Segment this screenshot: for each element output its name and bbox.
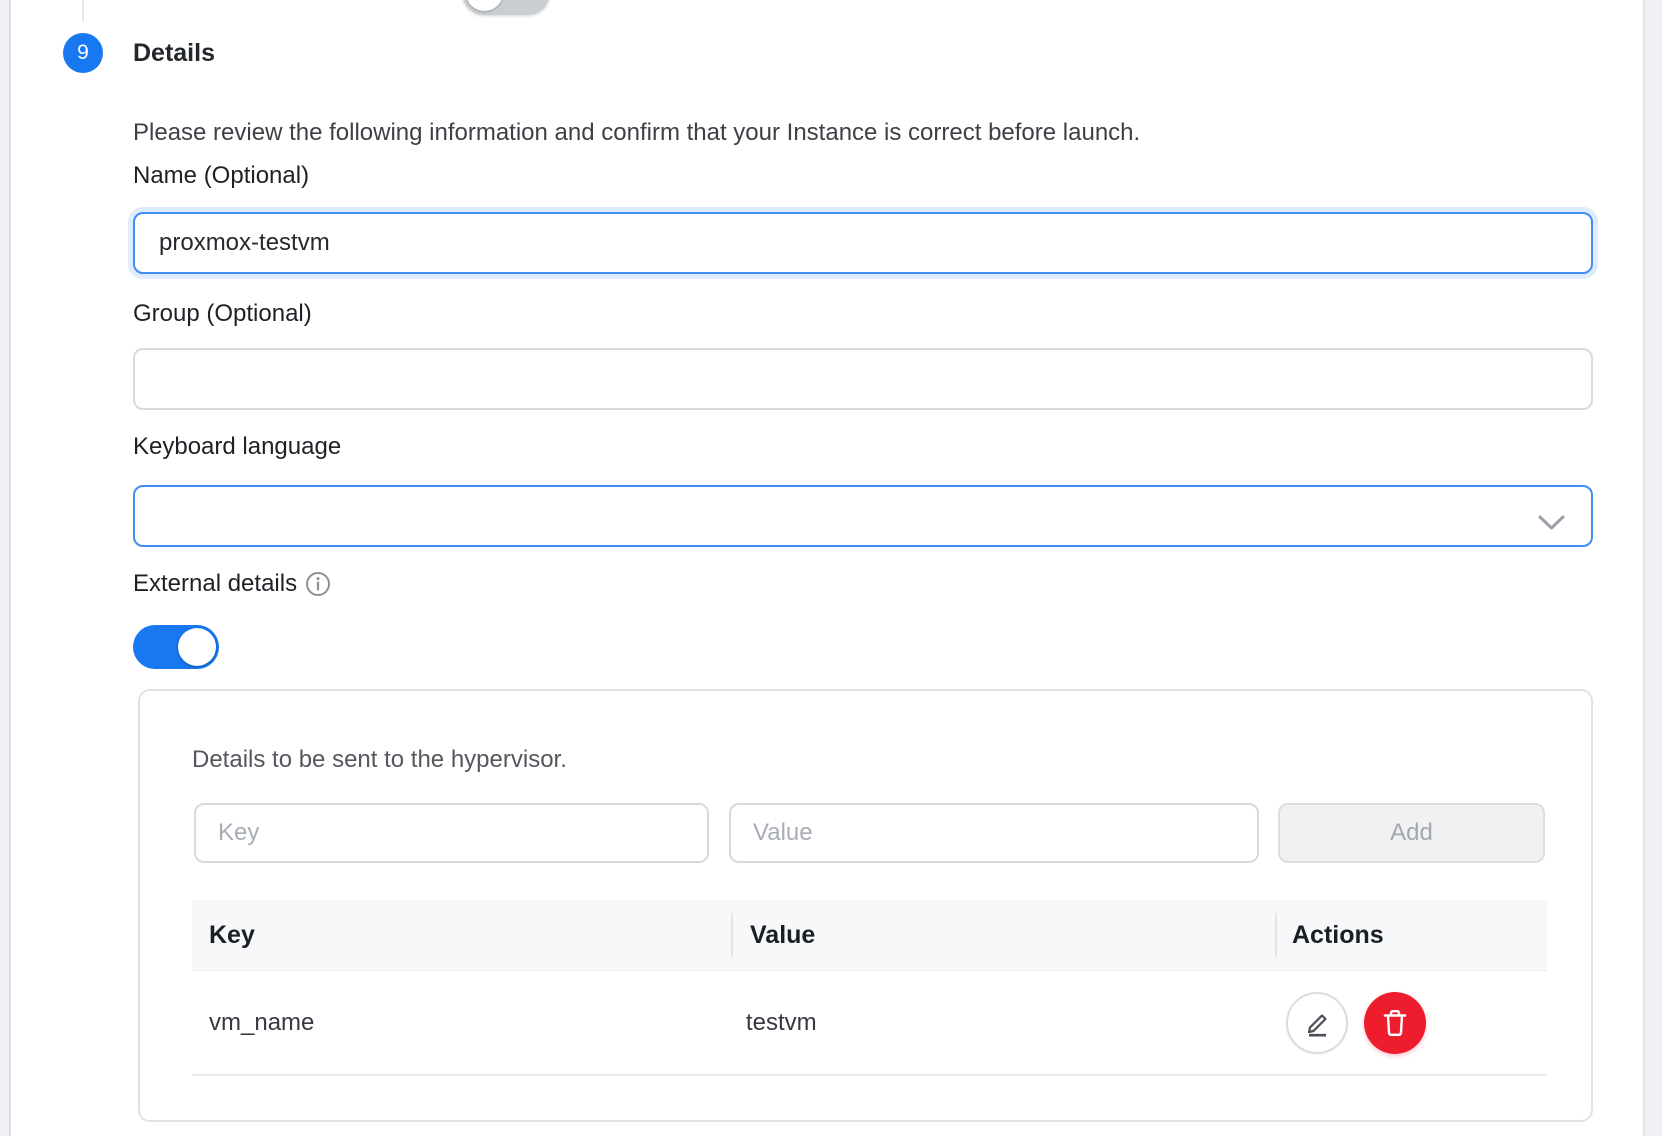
- info-icon[interactable]: [305, 571, 331, 597]
- keyboard-language-select[interactable]: [133, 485, 1593, 547]
- keyboard-language-label: Keyboard language: [133, 433, 341, 461]
- panel-heading: Details to be sent to the hypervisor.: [192, 746, 567, 774]
- step-number-badge: 9: [63, 33, 103, 73]
- add-button[interactable]: Add: [1278, 803, 1545, 863]
- row-actions-cell: [1269, 992, 1547, 1054]
- table-row: vm_name testvm: [192, 971, 1547, 1076]
- row-key-cell: vm_name: [192, 1009, 727, 1037]
- name-input[interactable]: [133, 212, 1593, 274]
- toggle-knob: [178, 628, 216, 666]
- add-button-label: Add: [1390, 819, 1433, 847]
- toggle-knob: [466, 0, 503, 11]
- table-header-row: Key Value Actions: [192, 900, 1547, 971]
- previous-step-toggle[interactable]: [462, 0, 550, 15]
- edit-row-button[interactable]: [1286, 992, 1348, 1054]
- step-title: Details: [133, 39, 215, 68]
- hypervisor-details-panel: Details to be sent to the hypervisor. Ad…: [138, 689, 1593, 1122]
- group-input[interactable]: [133, 348, 1593, 410]
- external-details-label-row: External details: [133, 570, 331, 598]
- step-number: 9: [77, 41, 89, 65]
- edit-pen-icon: [1301, 1007, 1333, 1039]
- table-header-actions: Actions: [1275, 921, 1547, 950]
- left-page-gutter: [0, 0, 11, 1136]
- details-table: Key Value Actions vm_name testvm: [192, 900, 1547, 1076]
- key-input[interactable]: [194, 803, 709, 863]
- external-details-label: External details: [133, 570, 297, 598]
- delete-row-button[interactable]: [1364, 992, 1426, 1054]
- header-divider: [731, 913, 733, 957]
- step-description: Please review the following information …: [133, 119, 1140, 147]
- trash-icon: [1379, 1006, 1411, 1040]
- header-divider: [1275, 913, 1277, 957]
- step-connector-line: [82, 0, 84, 21]
- right-page-gutter: [1643, 0, 1662, 1136]
- value-input[interactable]: [729, 803, 1259, 863]
- row-value-cell: testvm: [727, 1009, 1269, 1037]
- instance-launch-wizard: 9 Details Please review the following in…: [0, 0, 1662, 1136]
- chevron-down-icon: [1538, 510, 1565, 538]
- external-details-toggle[interactable]: [133, 625, 219, 669]
- name-field-label: Name (Optional): [133, 162, 309, 190]
- table-header-value: Value: [731, 921, 1275, 950]
- group-field-label: Group (Optional): [133, 300, 312, 328]
- table-header-key: Key: [192, 921, 731, 950]
